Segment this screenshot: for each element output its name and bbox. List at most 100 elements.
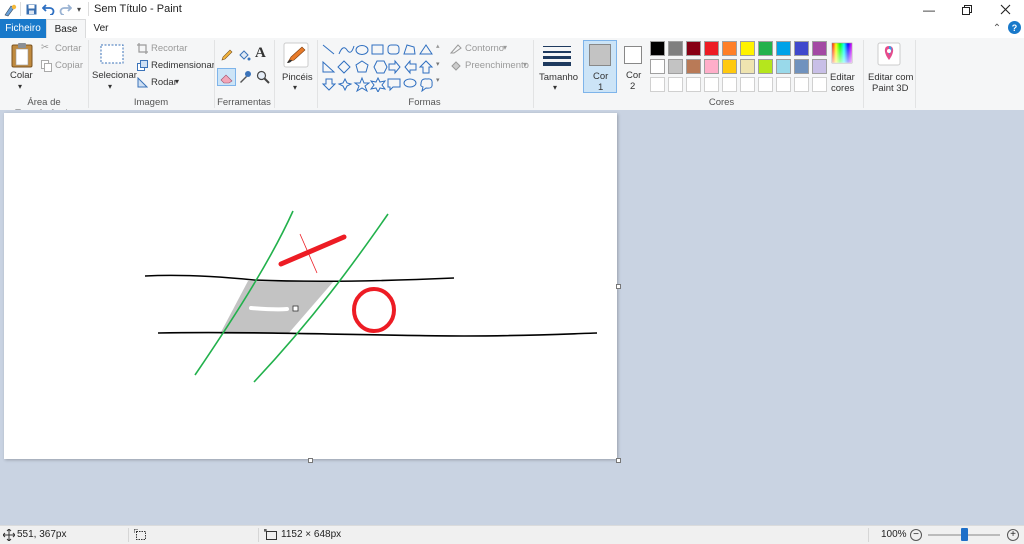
- cursor-position-icon: [3, 529, 15, 541]
- edit-with-paint3d-button[interactable]: Editar com Paint 3D: [866, 42, 913, 94]
- palette-swatch[interactable]: [776, 59, 791, 74]
- help-icon[interactable]: ?: [1008, 21, 1021, 34]
- size-label: Tamanho: [539, 72, 579, 83]
- shapes-scroll-down-icon[interactable]: ▾: [436, 60, 440, 68]
- zoom-in-button[interactable]: +: [1007, 529, 1019, 541]
- drawing-canvas[interactable]: [4, 113, 617, 459]
- color2-button[interactable]: Cor 2: [619, 40, 647, 93]
- palette-swatch[interactable]: [722, 41, 737, 56]
- tab-home[interactable]: Base: [46, 19, 86, 39]
- fill-button[interactable]: Preenchimento ▾: [450, 59, 532, 73]
- paint-app-icon[interactable]: [3, 3, 17, 17]
- zoom-level: 100%: [881, 529, 907, 540]
- custom-color-slot[interactable]: [686, 77, 701, 92]
- customize-quick-access-icon[interactable]: ▾: [74, 3, 84, 15]
- copy-button[interactable]: Copiar: [41, 59, 87, 73]
- select-dropdown-icon[interactable]: ▾: [108, 82, 112, 91]
- rotate-label: Rodar: [151, 77, 177, 88]
- custom-color-slot[interactable]: [812, 77, 827, 92]
- custom-color-slot[interactable]: [740, 77, 755, 92]
- palette-swatch[interactable]: [668, 59, 683, 74]
- image-group-label: Imagem: [133, 97, 169, 108]
- magnifier-icon[interactable]: [256, 70, 270, 84]
- brush-icon: [283, 42, 309, 68]
- rotate-button[interactable]: Rodar ▾: [137, 76, 197, 90]
- status-divider: [868, 528, 869, 542]
- restore-button[interactable]: [948, 0, 986, 19]
- resize-button[interactable]: Redimensionar: [137, 59, 215, 73]
- white-eraser-stroke: [249, 306, 289, 312]
- pencil-icon[interactable]: [220, 48, 234, 62]
- palette-swatch[interactable]: [650, 41, 665, 56]
- copy-icon: [41, 60, 52, 72]
- hexagon-shape-icon: [373, 60, 388, 74]
- collapse-ribbon-icon[interactable]: ⌃: [990, 21, 1004, 35]
- palette-swatch[interactable]: [758, 59, 773, 74]
- rectangle-shape-icon: [371, 44, 384, 55]
- fill-bucket-icon[interactable]: [237, 48, 251, 62]
- undo-icon[interactable]: [42, 3, 55, 15]
- redo-icon[interactable]: [59, 3, 72, 15]
- custom-color-slot[interactable]: [776, 77, 791, 92]
- custom-color-slot[interactable]: [722, 77, 737, 92]
- palette-swatch[interactable]: [758, 41, 773, 56]
- cursor-position: 551, 367px: [17, 529, 67, 540]
- outline-button[interactable]: Contorno ▾: [450, 42, 512, 56]
- crop-button[interactable]: Recortar: [137, 42, 197, 56]
- right-triangle-shape-icon: [322, 60, 336, 73]
- canvas-resize-handle-right[interactable]: [616, 284, 621, 289]
- cut-button[interactable]: ✂ Cortar: [41, 42, 87, 56]
- minimize-icon: —: [923, 2, 935, 17]
- palette-swatch[interactable]: [650, 59, 665, 74]
- palette-swatch[interactable]: [776, 41, 791, 56]
- custom-color-slot[interactable]: [758, 77, 773, 92]
- brushes-button[interactable]: Pincéis ▾: [278, 42, 314, 94]
- color1-button[interactable]: Cor 1: [583, 40, 617, 93]
- paste-dropdown-icon[interactable]: ▾: [18, 82, 22, 91]
- paint3d-label-2: Paint 3D: [872, 83, 909, 94]
- canvas-resize-handle-bottom[interactable]: [308, 458, 313, 463]
- text-tool-icon[interactable]: A: [255, 45, 266, 62]
- tab-view[interactable]: Ver: [86, 19, 116, 38]
- custom-color-slot[interactable]: [704, 77, 719, 92]
- palette-swatch[interactable]: [794, 59, 809, 74]
- shapes-scroll-up-icon[interactable]: ▴: [436, 42, 440, 50]
- palette-swatch[interactable]: [704, 59, 719, 74]
- custom-color-slot[interactable]: [794, 77, 809, 92]
- palette-swatch[interactable]: [686, 41, 701, 56]
- shapes-group-label: Formas: [408, 97, 441, 108]
- palette-swatch[interactable]: [812, 41, 827, 56]
- canvas-resize-handle-corner[interactable]: [616, 458, 621, 463]
- paste-button[interactable]: Colar ▾: [6, 42, 38, 94]
- canvas-workspace[interactable]: [0, 110, 1024, 525]
- outline-label: Contorno: [465, 43, 505, 54]
- custom-color-slot[interactable]: [668, 77, 683, 92]
- palette-swatch[interactable]: [722, 59, 737, 74]
- close-button[interactable]: [986, 0, 1024, 19]
- select-button[interactable]: Selecionar ▾: [92, 42, 137, 94]
- palette-swatch[interactable]: [812, 59, 827, 74]
- shapes-gallery[interactable]: [321, 42, 445, 92]
- palette-swatch[interactable]: [794, 41, 809, 56]
- palette-swatch[interactable]: [704, 41, 719, 56]
- plus-icon: +: [1010, 529, 1016, 540]
- palette-swatch[interactable]: [740, 59, 755, 74]
- cut-label: Cortar: [55, 43, 82, 54]
- red-circle: [352, 287, 396, 333]
- palette-swatch[interactable]: [686, 59, 701, 74]
- eraser-button[interactable]: [217, 68, 236, 86]
- palette-swatch[interactable]: [740, 41, 755, 56]
- zoom-slider-thumb[interactable]: [960, 528, 968, 541]
- edit-colors-button[interactable]: Editar cores: [828, 42, 856, 94]
- custom-color-slot[interactable]: [650, 77, 665, 92]
- save-icon[interactable]: [26, 4, 37, 15]
- zoom-out-button[interactable]: −: [910, 529, 922, 541]
- tab-file[interactable]: Ficheiro: [0, 19, 46, 38]
- palette-swatch[interactable]: [668, 41, 683, 56]
- color1-number: 1: [598, 82, 604, 93]
- color-picker-icon[interactable]: [238, 70, 252, 84]
- size-button[interactable]: Tamanho ▾: [537, 42, 579, 94]
- minimize-button[interactable]: —: [910, 0, 948, 19]
- shapes-expand-icon[interactable]: ▾: [436, 76, 440, 84]
- up-arrow-shape-icon: [418, 60, 434, 74]
